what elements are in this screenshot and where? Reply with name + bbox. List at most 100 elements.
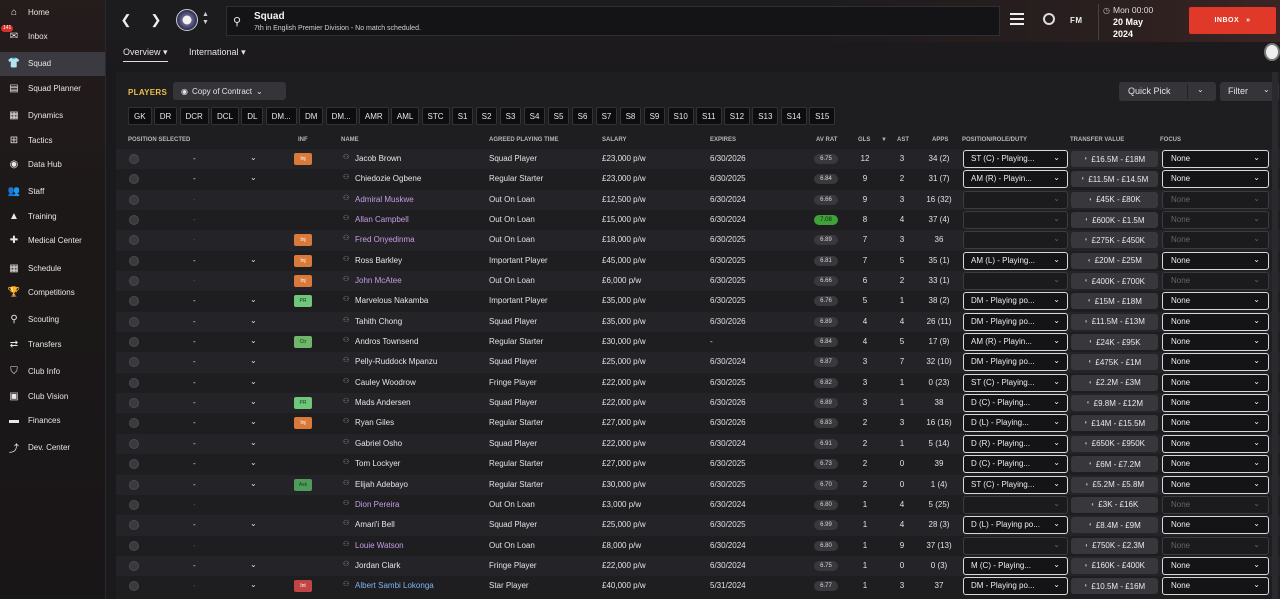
table-row[interactable]: - Inj ⚇ Fred Onyedinma Out On Loan £18,000 p/…	[116, 230, 1280, 251]
player-name[interactable]: Gabriel Osho	[355, 439, 402, 448]
focus-select[interactable]: None ⌄	[1162, 556, 1269, 575]
position-selected-value[interactable]: -	[193, 357, 196, 366]
table-row[interactable]: - ⌄ Inj ⚇ Ryan Giles Regular Starter £27,000 p…	[116, 413, 1280, 434]
position-role-duty-select[interactable]: DM - Playing po... ⌄	[963, 577, 1068, 596]
inbox-button[interactable]: INBOX »	[1189, 7, 1276, 34]
transfer-value[interactable]: ◖ £15M - £18M	[1071, 293, 1158, 310]
position-filter-chip[interactable]: DM...	[265, 107, 297, 125]
select-radio[interactable]	[129, 560, 139, 571]
player-name[interactable]: Pelly-Ruddock Mpanzu	[355, 357, 437, 366]
chevron-down-icon[interactable]: ⌄	[1197, 85, 1204, 94]
sidebar-item-squad[interactable]: 👕 Squad	[0, 51, 105, 77]
select-radio[interactable]	[129, 276, 139, 287]
focus-select[interactable]: None ⌄	[1162, 211, 1269, 230]
chevron-down-icon[interactable]: ⌄	[250, 560, 257, 569]
player-name[interactable]: Chiedozie Ogbene	[355, 174, 421, 183]
focus-select[interactable]: None ⌄	[1162, 373, 1269, 392]
select-radio[interactable]	[129, 215, 139, 226]
position-selected-value[interactable]: -	[193, 581, 196, 590]
col-ast[interactable]: AST	[897, 137, 909, 143]
transfer-value[interactable]: ◖ £3K - £16K	[1071, 496, 1158, 513]
chevron-down-icon[interactable]: ⌄	[250, 316, 257, 325]
position-filter-chip[interactable]: S9	[643, 107, 666, 125]
position-role-duty-select[interactable]: DM - Playing po... ⌄	[963, 353, 1068, 372]
position-filter-chip[interactable]: S12	[723, 107, 751, 125]
transfer-value[interactable]: ◖ £14M - £15.5M	[1071, 415, 1158, 432]
transfer-value[interactable]: ◖ £650K - £950K	[1071, 435, 1158, 452]
select-radio[interactable]	[129, 255, 139, 266]
position-filter-chip[interactable]: DCR	[179, 107, 209, 125]
focus-select[interactable]: None ⌄	[1162, 353, 1269, 372]
football-icon[interactable]	[1043, 13, 1055, 25]
position-selected-value[interactable]: -	[193, 276, 196, 285]
position-filter-chip[interactable]: S14	[780, 107, 807, 125]
position-role-duty-select[interactable]: ⌄	[963, 190, 1068, 209]
sidebar-item-competitions[interactable]: 🏆 Competitions	[0, 280, 105, 304]
chevron-down-icon[interactable]: ⌄	[250, 417, 257, 426]
sidebar-item-training[interactable]: ▲ Training	[0, 204, 105, 228]
chevron-down-icon[interactable]: ⌄	[250, 173, 257, 182]
position-role-duty-select[interactable]: ST (C) - Playing... ⌄	[963, 475, 1068, 494]
user-avatar-icon[interactable]	[1264, 43, 1280, 61]
sidebar-item-dev-center[interactable]: ⤴ Dev. Center	[0, 436, 105, 460]
fm-logo[interactable]: FM	[1070, 16, 1083, 25]
focus-select[interactable]: None ⌄	[1162, 292, 1269, 311]
focus-select[interactable]: None ⌄	[1162, 495, 1269, 514]
transfer-value[interactable]: ◖ £2.2M - £3M	[1071, 374, 1158, 391]
select-radio[interactable]	[129, 459, 139, 470]
position-role-duty-select[interactable]: ⌄	[963, 536, 1068, 555]
position-filter-chip[interactable]: AML	[390, 107, 420, 125]
player-name[interactable]: Marvelous Nakamba	[355, 296, 428, 305]
table-row[interactable]: - ⌄ ⚇ Chiedozie Ogbene Regular Starter £23,00…	[116, 169, 1280, 190]
position-filter-chip[interactable]: DM	[298, 107, 324, 125]
position-selected-value[interactable]: -	[193, 256, 196, 265]
table-row[interactable]: - ⌄ PR ⚇ Marvelous Nakamba Important Player £3…	[116, 291, 1280, 312]
position-selected-value[interactable]: -	[193, 418, 196, 427]
transfer-value[interactable]: ◖ £160K - £400K	[1071, 557, 1158, 574]
position-filter-chip[interactable]: DR	[153, 107, 178, 125]
chevron-down-icon[interactable]: ⌄	[250, 255, 257, 264]
table-row[interactable]: - ⌄ ⚇ Tahith Chong Squad Player £35,000 p/w 6/…	[116, 311, 1280, 333]
select-radio[interactable]	[129, 154, 139, 164]
player-name[interactable]: Jordan Clark	[355, 561, 400, 570]
position-role-duty-select[interactable]: AM (R) - Playin... ⌄	[963, 333, 1068, 352]
position-role-duty-select[interactable]: D (C) - Playing... ⌄	[963, 394, 1068, 413]
chevron-down-icon[interactable]: ⌄	[250, 397, 257, 406]
select-radio[interactable]	[129, 418, 139, 429]
player-name[interactable]: Mads Andersen	[355, 398, 411, 407]
transfer-value[interactable]: ◖ £6M - £7.2M	[1071, 456, 1158, 473]
sidebar-item-data-hub[interactable]: ◉ Data Hub	[0, 152, 105, 176]
col-expires[interactable]: EXPIRES	[710, 137, 736, 143]
position-selected-value[interactable]: -	[193, 154, 196, 163]
position-filter-chip[interactable]: DM...	[325, 107, 357, 125]
chevron-down-icon[interactable]: ⌄	[250, 336, 257, 345]
filter-button[interactable]: Filter ⌄	[1220, 82, 1279, 101]
sidebar-item-staff[interactable]: 👥 Staff	[0, 180, 105, 204]
chevron-down-icon[interactable]: ⌄	[250, 153, 257, 162]
position-selected-value[interactable]: -	[193, 174, 196, 183]
sidebar-item-schedule[interactable]: ▦ Schedule	[0, 256, 105, 280]
select-radio[interactable]	[129, 398, 139, 409]
player-name[interactable]: Admiral Muskwe	[355, 195, 414, 204]
select-radio[interactable]	[129, 194, 139, 205]
position-selected-value[interactable]: -	[193, 541, 196, 550]
transfer-value[interactable]: ◖ £475K - £1M	[1071, 354, 1158, 371]
position-filter-chip[interactable]: S13	[752, 107, 779, 125]
transfer-value[interactable]: ◖ £750K - £2.3M	[1071, 537, 1158, 554]
position-filter-chip[interactable]: S4	[523, 107, 546, 125]
chevron-down-icon[interactable]: ⌄	[250, 458, 257, 467]
player-name[interactable]: Ross Barkley	[355, 256, 402, 265]
view-select[interactable]: ◉ Copy of Contract ⌄	[173, 82, 286, 100]
sidebar-item-club-vision[interactable]: ▣ Club Vision	[0, 384, 105, 408]
chevron-down-icon[interactable]: ⌄	[250, 295, 257, 304]
select-radio[interactable]	[129, 357, 139, 368]
position-role-duty-select[interactable]: ⌄	[963, 211, 1068, 230]
focus-select[interactable]: None ⌄	[1162, 434, 1269, 453]
transfer-value[interactable]: ◖ £11.5M - £14.5M	[1071, 171, 1158, 188]
transfer-value[interactable]: ◖ £9.8M - £12M	[1071, 395, 1158, 412]
col-name[interactable]: NAME	[341, 137, 359, 143]
sidebar-item-squad-planner[interactable]: ▤ Squad Planner	[0, 76, 105, 100]
select-radio[interactable]	[129, 316, 139, 327]
position-selected-value[interactable]: -	[193, 439, 196, 448]
focus-select[interactable]: None ⌄	[1162, 536, 1269, 555]
